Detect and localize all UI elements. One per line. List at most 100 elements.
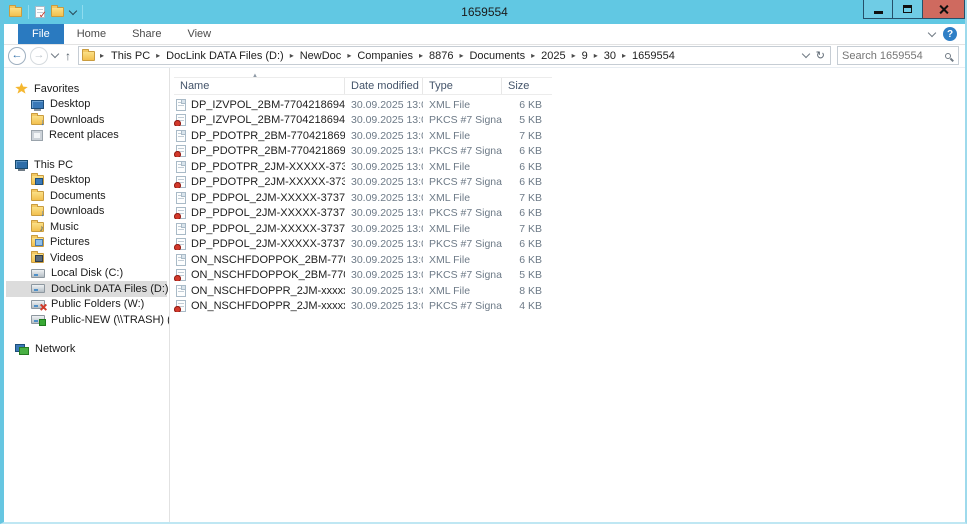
file-row[interactable]: ON_NSCHFDOPPR_2JM-xxxxx-3737474c-... 30.0… xyxy=(174,299,965,315)
help-icon[interactable]: ? xyxy=(943,27,957,41)
file-size-cell: 6 KB xyxy=(519,98,542,111)
sidebar-item-videos[interactable]: Videos xyxy=(6,250,167,266)
sidebar-item-doclink-data-files-d-[interactable]: DocLink DATA Files (D:) xyxy=(6,281,169,297)
breadcrumb-separator[interactable]: ▸ xyxy=(570,51,578,60)
sidebar-item-public-folders-w-[interactable]: Public Folders (W:) xyxy=(6,297,167,313)
sidebar-item-documents[interactable]: Documents xyxy=(6,188,167,204)
file-row[interactable]: DP_PDPOL_2JM-XXXXX-3737474C-533C-... 30.0… xyxy=(174,221,965,237)
sidebar-item-local-disk-c-[interactable]: Local Disk (C:) xyxy=(6,266,167,282)
file-row[interactable]: DP_PDOTPR_2BM-7704218694-20120528... 30.0… xyxy=(174,144,965,160)
file-name-cell: DP_IZVPOL_2BM-7704218694-201205280... xyxy=(174,114,345,127)
breadcrumb-item[interactable]: DocLink DATA Files (D:) xyxy=(164,50,286,62)
sidebar-item-downloads[interactable]: Downloads xyxy=(6,112,167,128)
file-name-cell: DP_PDOTPR_2BM-7704218694-20120528... xyxy=(174,145,345,158)
column-header-size[interactable]: Size xyxy=(502,78,551,94)
tab-view[interactable]: View xyxy=(174,24,224,44)
sidebar-item-label: DocLink DATA Files (D:) xyxy=(51,282,169,295)
file-row[interactable]: ON_NSCHFDOPPR_2JM-xxxxx-3737474c-... 30.0… xyxy=(174,283,965,299)
file-name-cell: DP_PDOTPR_2JM-XXXXX-3737474C-533C... xyxy=(174,160,345,173)
file-row[interactable]: DP_IZVPOL_2BM-7704218694-201205280... 30.… xyxy=(174,113,965,129)
breadcrumb-separator[interactable]: ▸ xyxy=(457,51,465,60)
breadcrumb-item[interactable]: This PC xyxy=(109,50,152,62)
breadcrumb-item[interactable]: Documents xyxy=(467,50,527,62)
close-button[interactable] xyxy=(923,0,965,19)
up-button[interactable]: ↑ xyxy=(62,49,74,63)
breadcrumb-item[interactable]: 2025 xyxy=(539,50,567,62)
breadcrumb-item[interactable]: 9 xyxy=(580,50,590,62)
file-type-cell: XML File xyxy=(429,253,471,266)
file-row[interactable]: DP_PDPOL_2JM-XXXXX-3737474C-533C-... 30.0… xyxy=(174,206,965,222)
signature-file-icon xyxy=(174,238,186,251)
sidebar-item-downloads[interactable]: Downloads xyxy=(6,204,167,220)
qat-customize-chevron-icon[interactable] xyxy=(68,6,78,15)
file-row[interactable]: ON_NSCHFDOPPOK_2BM-7704218694-2... 30.09.… xyxy=(174,252,965,268)
address-box[interactable]: ▸ This PC ▸ DocLink DATA Files (D:) ▸ NewDoc… xyxy=(78,46,831,65)
breadcrumb-separator[interactable]: ▸ xyxy=(154,51,162,60)
file-type-cell: PKCS #7 Signature xyxy=(429,176,502,189)
back-button[interactable]: ← xyxy=(8,46,26,65)
file-row[interactable]: DP_IZVPOL_2BM-7704218694-201205280... 30.… xyxy=(174,97,965,113)
sidebar-item-network[interactable]: Network xyxy=(6,342,167,358)
sidebar-item-desktop[interactable]: Desktop xyxy=(6,173,167,189)
breadcrumb-separator[interactable]: ▸ xyxy=(620,51,628,60)
recent-locations-chevron-icon[interactable] xyxy=(50,49,60,59)
breadcrumb-item[interactable]: NewDoc xyxy=(298,50,344,62)
file-row[interactable]: DP_PDOTPR_2JM-XXXXX-3737474C-533C... 30.0… xyxy=(174,159,965,175)
breadcrumb-separator[interactable]: ▸ xyxy=(529,51,537,60)
address-dropdown-chevron-icon[interactable] xyxy=(801,49,811,59)
xml-file-icon xyxy=(176,253,186,266)
file-row[interactable]: DP_PDOTPR_2JM-XXXXX-3737474C-533C... 30.0… xyxy=(174,175,965,191)
sidebar-item-recent-places[interactable]: Recent places xyxy=(6,128,167,144)
search-icon xyxy=(945,52,951,59)
qat-new-folder-icon[interactable] xyxy=(51,5,64,17)
file-type-cell: XML File xyxy=(429,129,471,142)
qat-properties-icon[interactable] xyxy=(35,6,47,21)
file-row[interactable]: DP_PDPOL_2JM-XXXXX-3737474C-533C-... 30.0… xyxy=(174,190,965,206)
breadcrumb-separator: ▸ xyxy=(100,51,105,60)
tab-home[interactable]: Home xyxy=(64,24,119,44)
maximize-button[interactable] xyxy=(893,0,923,19)
column-header-name[interactable]: Name xyxy=(174,78,345,94)
column-header-date-modified[interactable]: Date modified xyxy=(345,78,423,94)
sidebar-item-pictures[interactable]: Pictures xyxy=(6,235,167,251)
tab-share[interactable]: Share xyxy=(119,24,174,44)
file-date-cell: 30.09.2025 13:02 xyxy=(351,145,423,158)
column-header-type[interactable]: Type xyxy=(423,78,502,94)
ribbon-expand-chevron-icon[interactable] xyxy=(927,28,937,37)
file-row[interactable]: DP_PDOTPR_2BM-7704218694-20120528... 30.0… xyxy=(174,128,965,144)
current-folder-icon xyxy=(82,48,95,61)
breadcrumb-separator[interactable]: ▸ xyxy=(345,51,353,60)
sidebar-item-public-new-trash-x-[interactable]: Public-NEW (\\TRASH) (X:) xyxy=(6,312,169,328)
forward-button[interactable]: → xyxy=(30,46,48,65)
file-size-cell: 8 KB xyxy=(519,284,542,297)
xml-file-icon xyxy=(176,284,186,297)
file-name-cell: DP_PDPOL_2JM-XXXXX-3737474C-533C-... xyxy=(174,238,345,251)
maximize-icon xyxy=(903,5,912,13)
breadcrumb-item[interactable]: 30 xyxy=(602,50,618,62)
sidebar-section: Favorites Desktop Downloads Recent places xyxy=(4,81,169,143)
sidebar-item-favorites[interactable]: Favorites xyxy=(6,81,167,97)
quick-access-toolbar xyxy=(4,0,83,24)
breadcrumb-separator[interactable]: ▸ xyxy=(288,51,296,60)
breadcrumb-item[interactable]: 8876 xyxy=(427,50,455,62)
breadcrumb-item[interactable]: 1659554 xyxy=(630,50,677,62)
minimize-button[interactable] xyxy=(863,0,893,19)
breadcrumb-separator[interactable]: ▸ xyxy=(417,51,425,60)
explorer-app-icon[interactable] xyxy=(9,5,22,17)
file-name-text: DP_PDOTPR_2BM-7704218694-20120528... xyxy=(191,129,345,142)
sidebar-item-this-pc[interactable]: This PC xyxy=(6,157,167,173)
sidebar-item-label: Downloads xyxy=(50,205,105,218)
refresh-icon[interactable]: ↻ xyxy=(816,49,825,62)
breadcrumb-item[interactable]: Companies xyxy=(355,50,415,62)
file-row[interactable]: DP_PDPOL_2JM-XXXXX-3737474C-533C-... 30.0… xyxy=(174,237,965,253)
tab-file[interactable]: File xyxy=(18,24,64,44)
file-name-text: ON_NSCHFDOPPOK_2BM-7704218694-2... xyxy=(191,253,345,266)
file-row[interactable]: ON_NSCHFDOPPOK_2BM-7704218694-2... 30.09.… xyxy=(174,268,965,284)
minimize-icon xyxy=(873,10,883,14)
file-name-cell: ON_NSCHFDOPPOK_2BM-7704218694-2... xyxy=(174,253,345,266)
search-input[interactable] xyxy=(838,49,945,62)
sidebar-item-desktop[interactable]: Desktop xyxy=(6,97,167,113)
sidebar-item-music[interactable]: Music xyxy=(6,219,167,235)
breadcrumb-separator[interactable]: ▸ xyxy=(592,51,600,60)
file-date-cell: 30.09.2025 13:02 xyxy=(351,98,423,111)
